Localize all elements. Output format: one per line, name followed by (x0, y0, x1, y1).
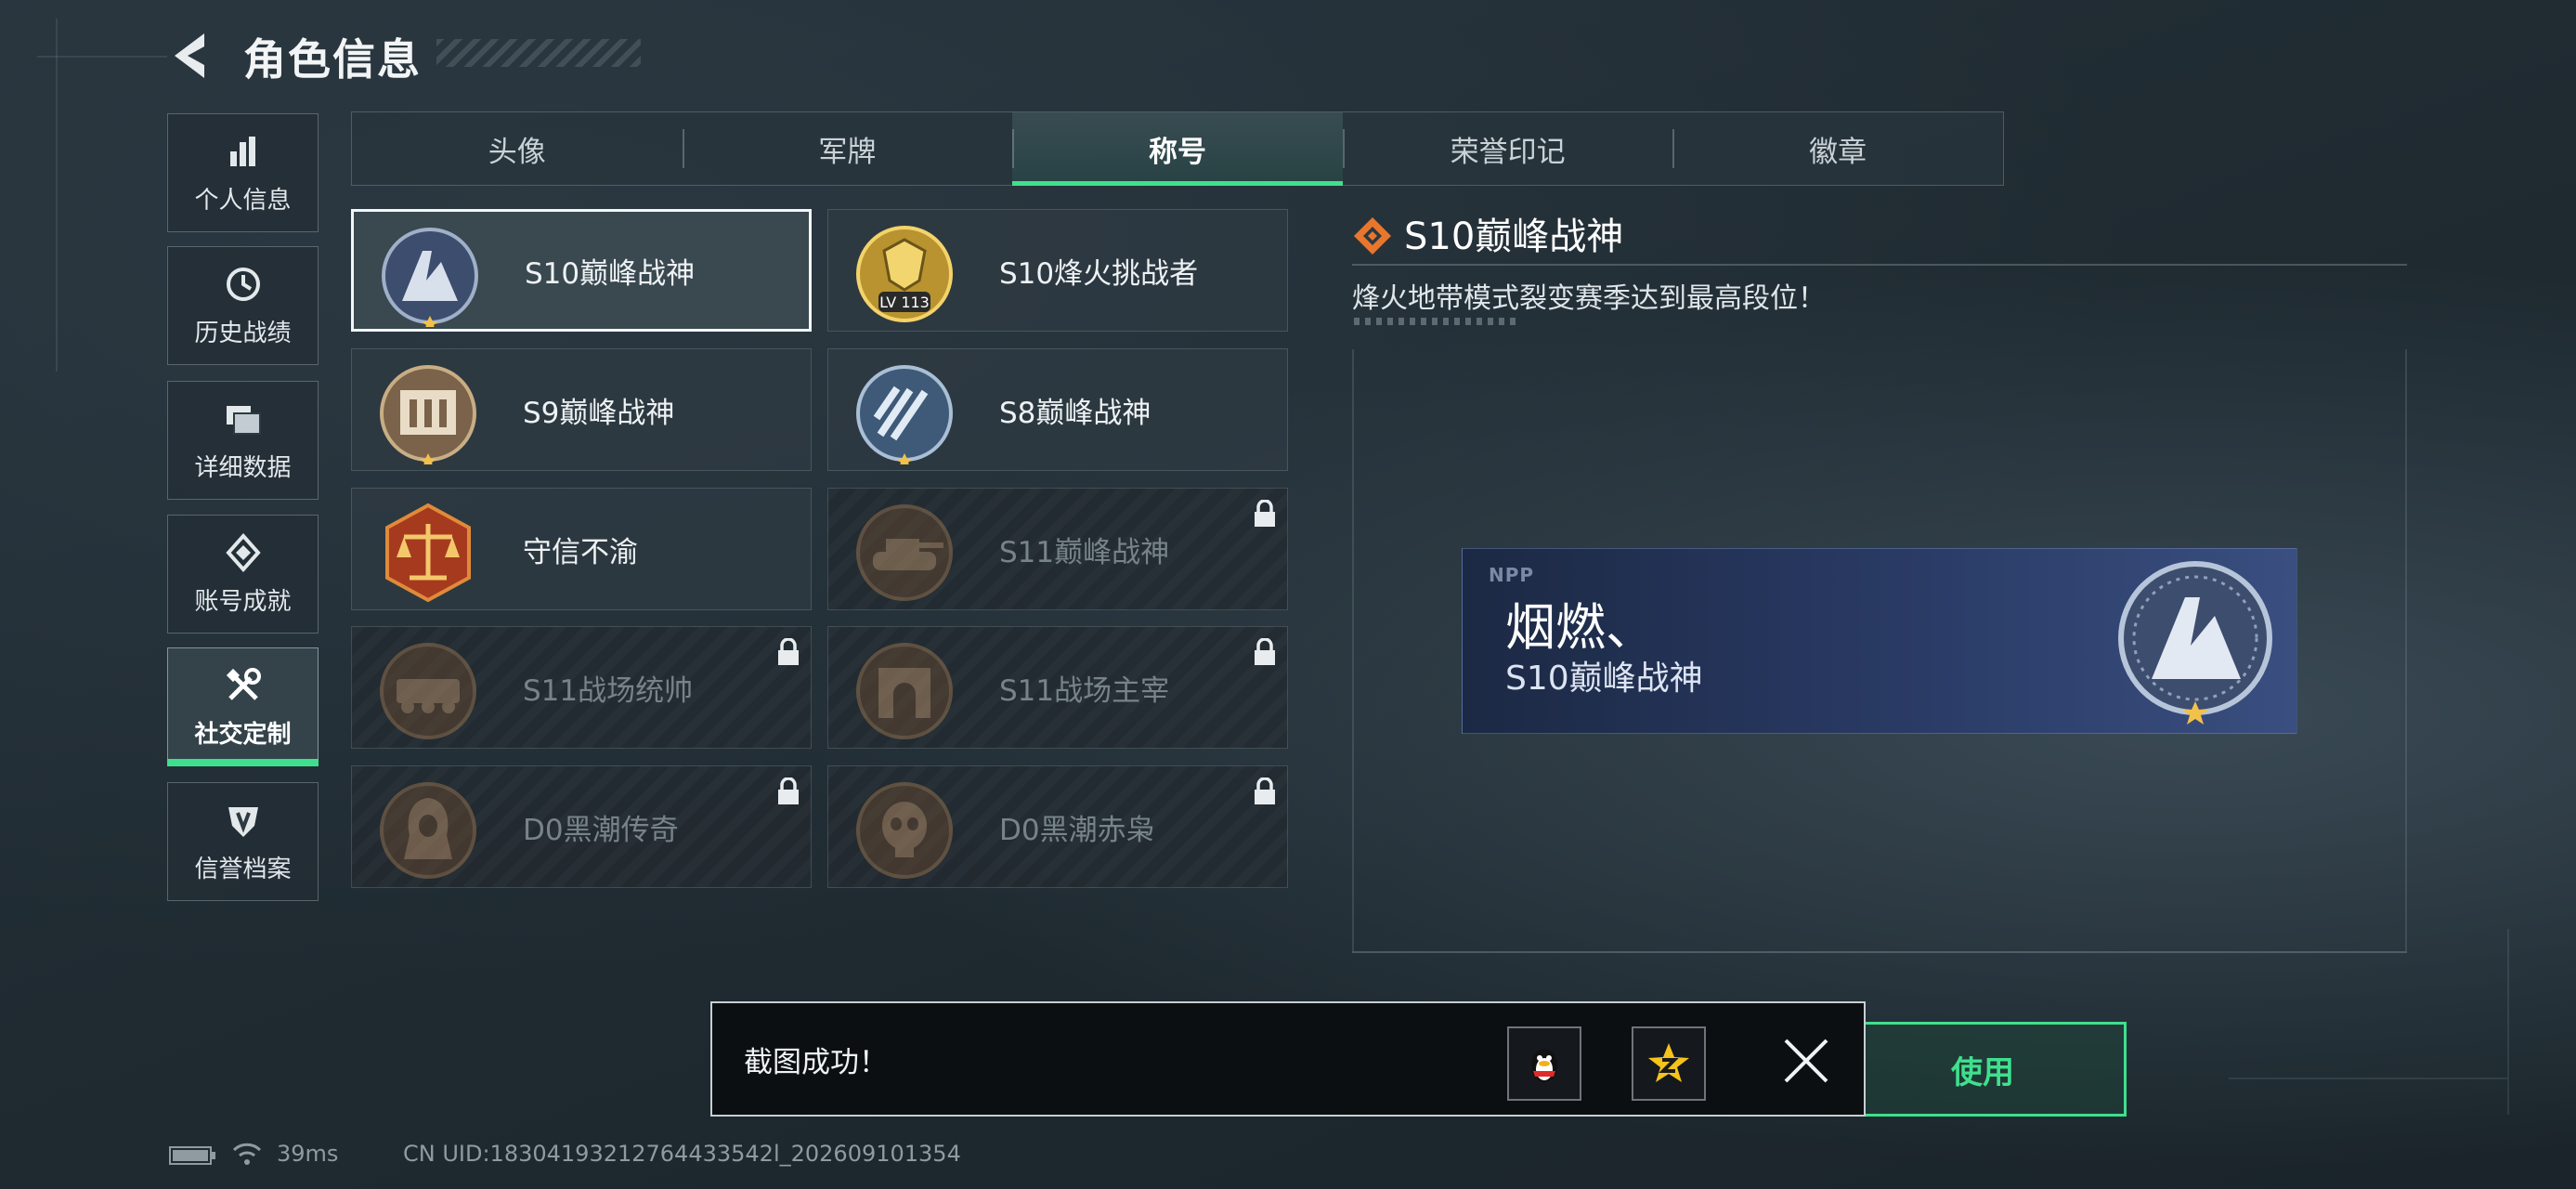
building-medal-icon (380, 365, 476, 464)
preview-player-name: 烟燃、 (1505, 598, 1656, 657)
lock-icon (1255, 500, 1275, 527)
title-decor-stripes (436, 39, 641, 67)
sidebar-item-social[interactable]: 社交定制 (167, 647, 319, 766)
preview-frame-left (1352, 349, 1354, 951)
qzone-star-icon (1648, 1043, 1689, 1082)
tab-dogtag[interactable]: 军牌 (682, 112, 1013, 185)
lock-icon (1255, 777, 1275, 804)
back-arrow-icon (175, 33, 204, 78)
qq-penguin-icon (1531, 1049, 1557, 1082)
title-card[interactable]: D0黑潮赤枭 (827, 765, 1288, 888)
screenshot-toast: 截图成功！ (710, 1001, 1866, 1117)
wifi-icon (232, 1143, 262, 1165)
sidebar-item-label: 历史战绩 (194, 319, 292, 347)
arch-medal-icon (856, 643, 953, 739)
title-card[interactable]: D0黑潮传奇 (351, 765, 812, 888)
preview-logo: NPP (1489, 564, 1535, 586)
title-name: S11战场主宰 (999, 673, 1170, 708)
tower-medal-icon (382, 228, 478, 327)
title-card[interactable]: S9巅峰战神 (351, 348, 812, 471)
title-card[interactable]: S11巅峰战神 (827, 488, 1288, 610)
sidebar-item-achievements[interactable]: 账号成就 (167, 515, 319, 634)
detail-title: S10巅峰战神 (1404, 216, 1624, 258)
tower-medal-icon (2118, 561, 2272, 725)
hud-decor-line (2507, 929, 2509, 1115)
battery-icon (169, 1146, 215, 1165)
tank-medal-icon (856, 504, 953, 601)
title-card[interactable]: LV 113 S10烽火挑战者 (827, 209, 1288, 332)
lock-icon (778, 777, 799, 804)
back-button[interactable] (167, 28, 223, 84)
share-qq-button[interactable] (1507, 1026, 1581, 1101)
diamond-title-icon (1354, 217, 1391, 255)
sidebar-item-label: 社交定制 (194, 720, 292, 749)
sidebar-item-history[interactable]: 历史战绩 (167, 246, 319, 365)
toast-message: 截图成功！ (744, 1045, 888, 1079)
sidebar-item-label: 账号成就 (194, 587, 292, 616)
title-card[interactable]: 守信不渝 (351, 488, 812, 610)
title-card[interactable]: S8巅峰战神 (827, 348, 1288, 471)
scales-medal-icon (385, 503, 471, 603)
title-card[interactable]: S11战场统帅 (351, 626, 812, 749)
lock-icon (778, 638, 799, 665)
category-tabs: 头像 军牌 称号 荣誉印记 徽章 (351, 111, 2004, 186)
detail-decor-ticks (1354, 318, 1521, 325)
title-card[interactable]: S11战场主宰 (827, 626, 1288, 749)
sidebar-item-credit[interactable]: 信誉档案 (167, 782, 319, 901)
page-title: 角色信息 (243, 34, 422, 85)
detail-description: 烽火地带模式裂变赛季达到最高段位！ (1352, 282, 1826, 315)
hooded-figure-medal-icon (380, 782, 476, 879)
use-button-label: 使用 (1951, 1053, 2014, 1091)
title-name: D0黑潮赤枭 (999, 813, 1155, 847)
tab-badges[interactable]: 徽章 (1672, 112, 2003, 185)
preview-frame-right (2405, 349, 2407, 951)
ping-text: 39ms (277, 1141, 339, 1167)
stripe-medal-icon (856, 365, 953, 464)
title-name: S10烽火挑战者 (999, 256, 1199, 291)
lock-icon (1255, 638, 1275, 665)
tab-avatar[interactable]: 头像 (352, 112, 683, 185)
uid-text: CN UID:18304193212764433542l_20260910135… (403, 1141, 961, 1167)
skull-medal-icon (856, 782, 953, 879)
hud-decor-line (2229, 1078, 2507, 1079)
title-name: S11巅峰战神 (999, 535, 1170, 569)
title-name: S10巅峰战神 (525, 256, 696, 291)
detail-divider (1352, 264, 2407, 266)
sidebar-item-label: 信誉档案 (194, 855, 292, 883)
tools-icon (226, 667, 261, 700)
title-name: S9巅峰战神 (523, 396, 675, 430)
hud-decor-line (56, 19, 58, 372)
sidebar-item-label: 详细数据 (194, 453, 292, 482)
tab-titles[interactable]: 称号 (1012, 112, 1343, 186)
title-preview-card: NPP 烟燃、 S10巅峰战神 (1462, 548, 2297, 734)
gold-lv-medal-icon: LV 113 (856, 226, 953, 322)
share-qzone-button[interactable] (1632, 1026, 1706, 1101)
clock-icon (226, 267, 260, 301)
vehicle-medal-icon (380, 643, 476, 739)
sidebar-item-profile[interactable]: 个人信息 (167, 113, 319, 232)
active-indicator (167, 759, 319, 766)
preview-frame-bottom (1352, 951, 2407, 953)
title-name: D0黑潮传奇 (523, 813, 679, 847)
sidebar-item-details[interactable]: 详细数据 (167, 381, 319, 500)
tab-honor-marks[interactable]: 荣誉印记 (1342, 112, 1673, 185)
title-name: S8巅峰战神 (999, 396, 1151, 430)
preview-title-name: S10巅峰战神 (1505, 660, 1703, 698)
bar-chart-icon (229, 136, 255, 166)
shield-icon (228, 806, 258, 837)
sidebar-item-label: 个人信息 (194, 186, 292, 215)
title-card[interactable]: S10巅峰战神 (351, 209, 812, 332)
folder-icon (226, 405, 261, 435)
close-icon[interactable] (1776, 1031, 1836, 1091)
title-name: 守信不渝 (523, 535, 638, 569)
medal-level-text: LV 113 (879, 294, 930, 311)
title-name: S11战场统帅 (523, 673, 694, 708)
achievement-icon (225, 532, 261, 572)
